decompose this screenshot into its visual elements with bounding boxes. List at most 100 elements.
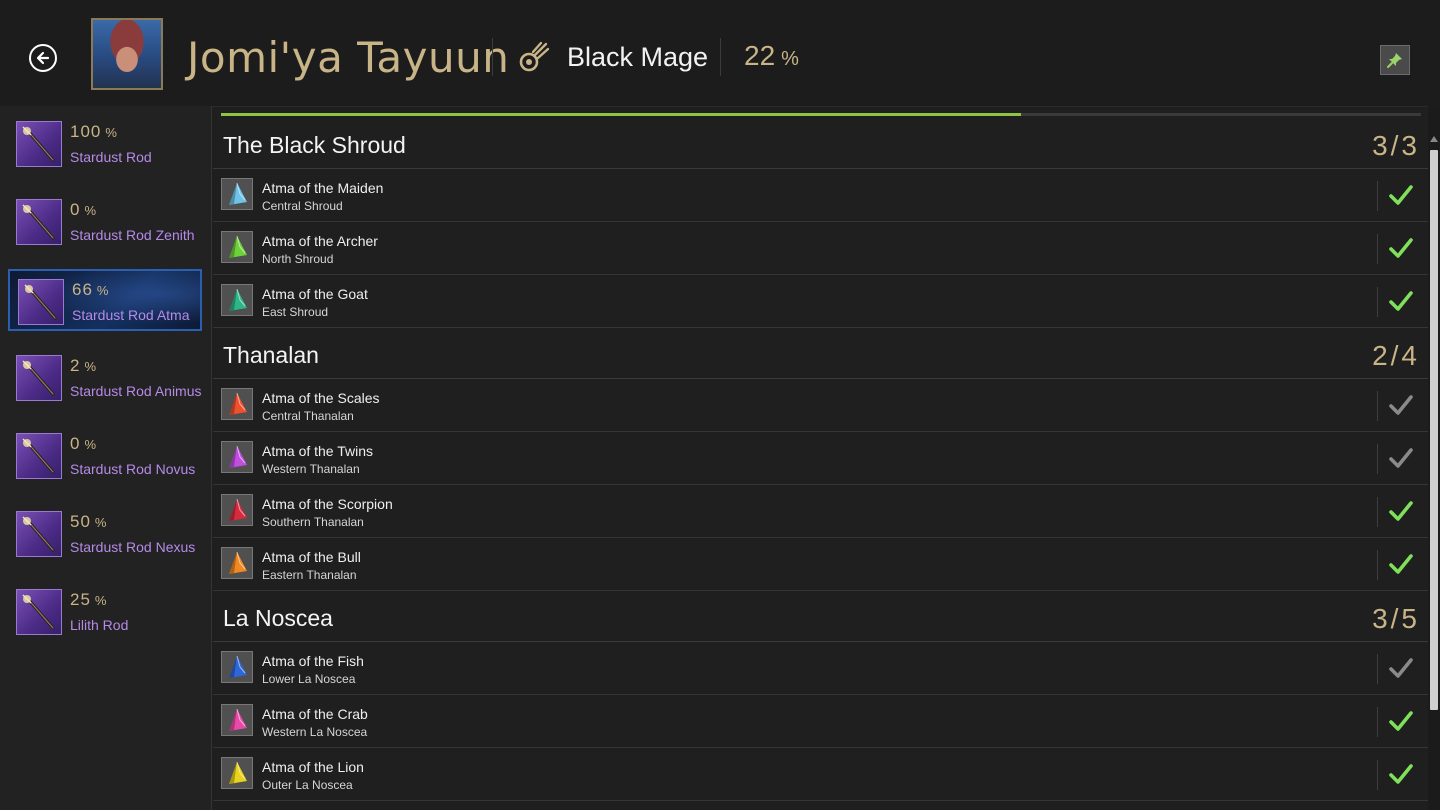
weapon-name: Stardust Rod Atma [72, 307, 190, 323]
atma-crystal-icon [221, 388, 253, 420]
atma-row[interactable]: Atma of the Fish Lower La Noscea [213, 642, 1428, 695]
weapon-item[interactable]: 2% Stardust Rod Animus [8, 347, 202, 409]
atma-name: Atma of the Twins [262, 443, 374, 459]
scroll-up-arrow-icon[interactable] [1430, 136, 1438, 142]
atma-row[interactable]: Atma of the Scales Central Thanalan [213, 379, 1428, 432]
weapon-item[interactable]: 66% Stardust Rod Atma [8, 269, 202, 331]
check-done-icon[interactable] [1387, 707, 1415, 735]
weapon-item[interactable]: 100% Stardust Rod [8, 113, 202, 175]
weapon-percent-value: 50 [70, 512, 91, 531]
crystal-icon [229, 392, 247, 415]
atma-row[interactable]: Atma of the Maiden Central Shroud [213, 169, 1428, 222]
scrollbar-thumb[interactable] [1430, 150, 1438, 710]
atma-row[interactable]: Atma of the Crab Western La Noscea [213, 695, 1428, 748]
check-done-icon[interactable] [1387, 287, 1415, 315]
check-done-icon[interactable] [1387, 234, 1415, 262]
atma-location: Lower La Noscea [262, 672, 356, 686]
rod-weapon-icon [18, 279, 64, 325]
weapon-percent: 25% [70, 590, 107, 610]
atma-row[interactable]: Atma of the Goat East Shroud [213, 275, 1428, 328]
region-name: La Noscea [223, 605, 333, 631]
character-name: Jomi'ya Tayuun [187, 33, 510, 82]
row-divider [1377, 550, 1378, 580]
pin-icon [1387, 53, 1402, 68]
header-divider [720, 38, 721, 76]
scrollbar[interactable] [1428, 106, 1440, 810]
percent-symbol: % [84, 437, 98, 452]
crystal-icon [229, 288, 247, 311]
atma-row[interactable]: Atma of the Scorpion Southern Thanalan [213, 485, 1428, 538]
weapon-item[interactable]: 0% Stardust Rod Zenith [8, 191, 202, 253]
rod-weapon-icon [16, 433, 62, 479]
check-pending-icon[interactable] [1387, 391, 1415, 419]
atma-crystal-icon [221, 284, 253, 316]
weapon-item[interactable]: 25% Lilith Rod [8, 581, 202, 643]
atma-row[interactable]: Atma of the Lion Outer La Noscea [213, 748, 1428, 801]
atma-name: Atma of the Goat [262, 286, 368, 302]
back-button[interactable] [29, 44, 57, 72]
row-divider [1377, 234, 1378, 264]
check-done-icon[interactable] [1387, 550, 1415, 578]
atma-location: Southern Thanalan [262, 515, 364, 529]
atma-row[interactable]: Atma of the Twins Western Thanalan [213, 432, 1428, 485]
weapon-percent-value: 0 [70, 434, 81, 453]
crystal-icon [229, 761, 247, 784]
atma-location: Western Thanalan [262, 462, 360, 476]
header-divider [492, 38, 493, 76]
weapon-item[interactable]: 0% Stardust Rod Novus [8, 425, 202, 487]
atma-crystal-icon [221, 757, 253, 789]
atma-name: Atma of the Bull [262, 549, 361, 565]
pin-button[interactable] [1380, 45, 1410, 75]
atma-location: Central Thanalan [262, 409, 354, 423]
weapon-percent-value: 2 [70, 356, 81, 375]
atma-name: Atma of the Maiden [262, 180, 384, 196]
check-pending-icon[interactable] [1387, 654, 1415, 682]
atma-name: Atma of the Archer [262, 233, 378, 249]
check-pending-icon[interactable] [1387, 444, 1415, 472]
rod-icon [24, 284, 57, 320]
atma-name: Atma of the Crab [262, 706, 368, 722]
check-done-icon[interactable] [1387, 497, 1415, 525]
weapon-percent: 100% [70, 122, 118, 142]
character-portrait [91, 18, 163, 90]
atma-row[interactable]: Atma of the Bull Eastern Thanalan [213, 538, 1428, 591]
rod-weapon-icon [16, 589, 62, 635]
region-count: 2/4 [1372, 340, 1420, 371]
weapon-percent: 0% [70, 434, 97, 454]
region-header: The Black Shroud 3/3 [213, 120, 1428, 169]
atma-row[interactable]: Atma of the Archer North Shroud [213, 222, 1428, 275]
atma-crystal-icon [221, 704, 253, 736]
percent-symbol: % [105, 125, 118, 140]
check-done-icon[interactable] [1387, 181, 1415, 209]
job-progress-value: 22 [744, 40, 776, 71]
job-name: Black Mage [567, 42, 709, 72]
row-divider [1377, 391, 1378, 421]
atma-crystal-icon [221, 231, 253, 263]
weapon-percent-value: 66 [72, 280, 93, 299]
row-divider [1377, 707, 1378, 737]
rod-icon [22, 204, 55, 240]
atma-crystal-icon [221, 651, 253, 683]
rod-weapon-icon [16, 511, 62, 557]
percent-symbol: % [781, 48, 799, 70]
crystal-icon [229, 498, 247, 521]
weapon-percent-value: 0 [70, 200, 81, 219]
rod-icon [22, 126, 55, 162]
weapon-name: Stardust Rod Zenith [70, 227, 195, 243]
region-name: The Black Shroud [223, 132, 406, 158]
crystal-icon [229, 655, 247, 678]
crystal-icon [229, 708, 247, 731]
weapon-percent: 0% [70, 200, 97, 220]
atma-crystal-icon [221, 547, 253, 579]
weapon-name: Stardust Rod Animus [70, 383, 202, 399]
crystal-icon [229, 235, 247, 258]
progress-bar [221, 113, 1421, 116]
check-done-icon[interactable] [1387, 760, 1415, 788]
weapon-name: Stardust Rod [70, 149, 152, 165]
header: Jomi'ya Tayuun Black Mage 22% [0, 0, 1440, 107]
atma-location: Eastern Thanalan [262, 568, 357, 582]
row-divider [1377, 497, 1378, 527]
atma-name: Atma of the Fish [262, 653, 364, 669]
weapon-name: Lilith Rod [70, 617, 129, 633]
weapon-item[interactable]: 50% Stardust Rod Nexus [8, 503, 202, 565]
